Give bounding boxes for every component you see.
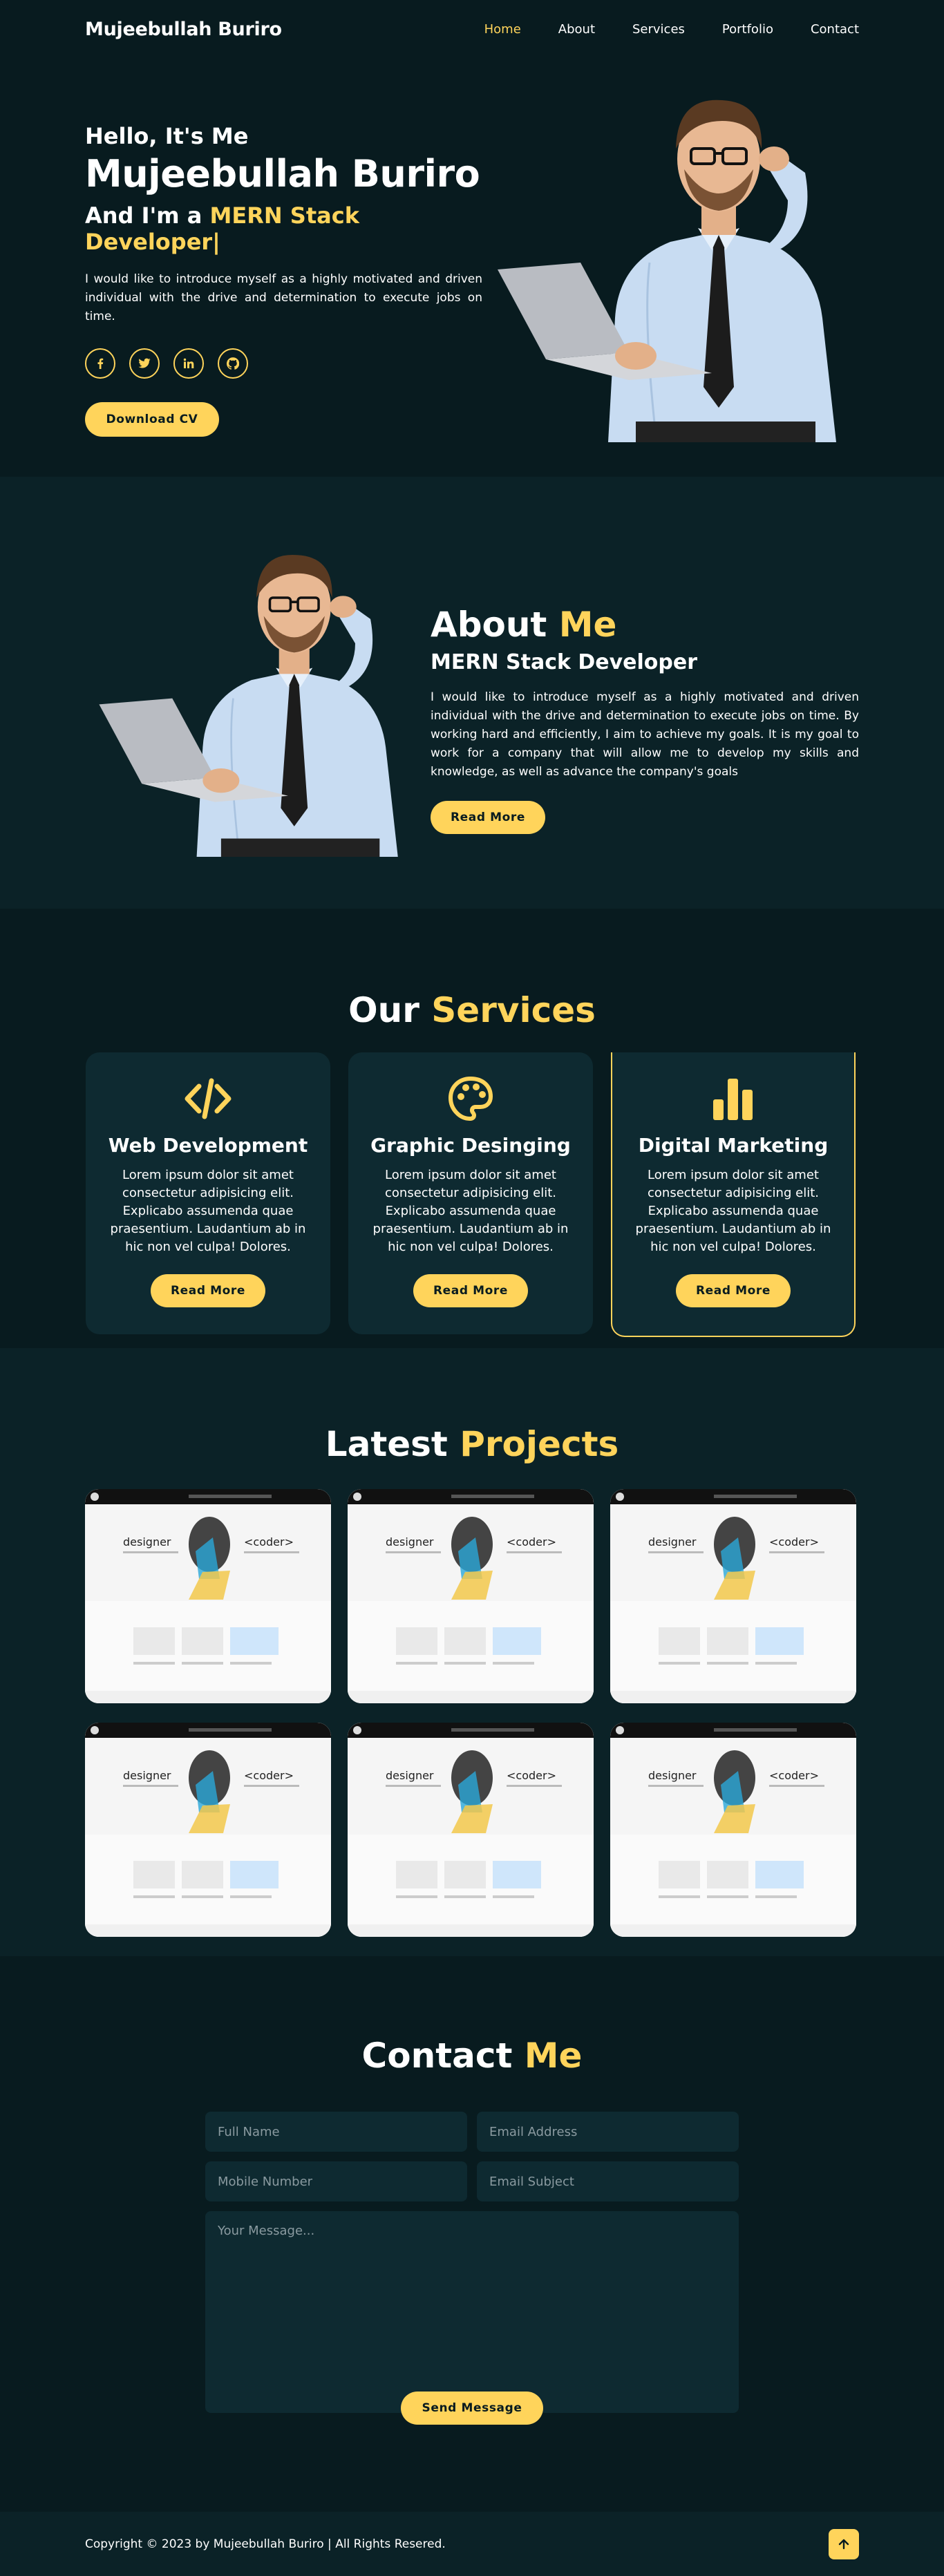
project-thumbnail: designer <coder> xyxy=(348,1723,594,1937)
home-text: Hello, It's Me Mujeebullah Buriro And I'… xyxy=(85,123,482,437)
nav-about[interactable]: About xyxy=(558,22,595,37)
linkedin-icon[interactable] xyxy=(173,348,204,379)
nav-home[interactable]: Home xyxy=(484,22,521,37)
project-card[interactable]: designer <coder> xyxy=(610,1723,856,1937)
service-read-more-button[interactable]: Read More xyxy=(413,1274,528,1307)
services-section: Our Services Web Development Lorem ipsum… xyxy=(0,909,944,1348)
palette-icon xyxy=(365,1076,576,1121)
about-heading: About Me xyxy=(431,605,859,645)
thumb-left-text: designer xyxy=(123,1535,171,1549)
service-title: Digital Marketing xyxy=(638,1134,829,1157)
contact-heading-text: Contact xyxy=(361,2036,525,2076)
about-read-more-button[interactable]: Read More xyxy=(431,801,545,834)
thumb-right-text: <coder> xyxy=(769,1535,819,1549)
hello-text: Hello, It's Me xyxy=(85,123,249,149)
service-text: Lorem ipsum dolor sit amet consectetur a… xyxy=(635,1168,831,1254)
facebook-icon[interactable] xyxy=(85,348,115,379)
about-text: About Me MERN Stack Developer I would li… xyxy=(431,605,859,834)
form-row xyxy=(205,2112,739,2152)
service-read-more-button[interactable]: Read More xyxy=(676,1274,791,1307)
message-textarea[interactable] xyxy=(205,2211,739,2413)
service-title: Web Development xyxy=(108,1134,308,1157)
services-heading-text: Our xyxy=(348,990,432,1030)
email-input[interactable] xyxy=(477,2112,739,2152)
service-text: Lorem ipsum dolor sit amet consectetur a… xyxy=(372,1168,569,1254)
service-read-more-button[interactable]: Read More xyxy=(151,1274,265,1307)
nav-services[interactable]: Services xyxy=(632,22,685,37)
github-icon[interactable] xyxy=(218,348,248,379)
about-section: About Me MERN Stack Developer I would li… xyxy=(0,477,944,909)
hero-role: And I'm a MERN Stack Developer| xyxy=(85,202,482,255)
projects-section: Latest Projects designer <coder> designer <… xyxy=(0,1348,944,1956)
site-header: Mujeebullah Buriro Home About Services P… xyxy=(0,0,944,58)
projects-heading: Latest Projects xyxy=(0,1424,944,1464)
send-message-button[interactable]: Send Message xyxy=(401,2392,543,2425)
about-subtitle: MERN Stack Developer xyxy=(431,650,698,674)
mobile-input[interactable] xyxy=(205,2161,467,2201)
service-title: Graphic Desinging xyxy=(370,1134,571,1157)
download-cv-button[interactable]: Download CV xyxy=(85,402,219,437)
thumb-right-text: <coder> xyxy=(507,1535,556,1549)
thumb-right-text: <coder> xyxy=(507,1769,556,1782)
site-footer: Copyright © 2023 by Mujeebullah Buriro |… xyxy=(0,2512,944,2576)
contact-heading-accent: Me xyxy=(524,2036,583,2076)
thumb-left-text: designer xyxy=(386,1535,434,1549)
code-icon xyxy=(102,1076,314,1121)
service-cards: Web Development Lorem ipsum dolor sit am… xyxy=(86,1052,856,1337)
hero-intro: I would like to introduce myself as a hi… xyxy=(85,272,482,323)
role-prefix: And I'm a xyxy=(85,202,210,229)
about-paragraph: I would like to introduce myself as a hi… xyxy=(431,690,859,779)
thumb-right-text: <coder> xyxy=(244,1769,294,1782)
projects-heading-accent: Projects xyxy=(460,1424,619,1464)
project-card[interactable]: designer <coder> xyxy=(85,1723,331,1937)
about-portrait-image xyxy=(99,554,398,857)
hero-portrait-image xyxy=(498,100,836,442)
main-nav: Home About Services Portfolio Contact xyxy=(484,22,859,37)
services-heading-accent: Services xyxy=(431,990,596,1030)
about-heading-accent: Me xyxy=(558,605,617,645)
service-card: Web Development Lorem ipsum dolor sit am… xyxy=(86,1052,330,1334)
thumb-left-text: designer xyxy=(648,1769,697,1782)
service-text: Lorem ipsum dolor sit amet consectetur a… xyxy=(110,1168,306,1254)
service-card: Digital Marketing Lorem ipsum dolor sit … xyxy=(611,1052,856,1337)
project-card[interactable]: designer <coder> xyxy=(85,1489,331,1703)
copyright-text: Copyright © 2023 by Mujeebullah Buriro |… xyxy=(85,2537,446,2551)
service-card: Graphic Desinging Lorem ipsum dolor sit … xyxy=(348,1052,593,1334)
project-card[interactable]: designer <coder> xyxy=(348,1723,594,1937)
home-section: Hello, It's Me Mujeebullah Buriro And I'… xyxy=(0,0,944,477)
nav-portfolio[interactable]: Portfolio xyxy=(722,22,773,37)
about-heading-text: About xyxy=(431,605,559,645)
thumb-right-text: <coder> xyxy=(244,1535,294,1549)
thumb-right-text: <coder> xyxy=(769,1769,819,1782)
contact-section: Contact Me Send Message xyxy=(0,1956,944,2512)
twitter-icon[interactable] xyxy=(129,348,160,379)
services-heading: Our Services xyxy=(0,990,944,1030)
logo[interactable]: Mujeebullah Buriro xyxy=(85,19,282,40)
project-card[interactable]: designer <coder> xyxy=(610,1489,856,1703)
project-thumbnail: designer <coder> xyxy=(348,1489,594,1703)
thumb-left-text: designer xyxy=(386,1769,434,1782)
project-thumbnail: designer <coder> xyxy=(610,1489,856,1703)
hero-name: Mujeebullah Buriro xyxy=(85,152,480,196)
nav-contact[interactable]: Contact xyxy=(811,22,859,37)
form-row xyxy=(205,2161,739,2201)
project-thumbnail: designer <coder> xyxy=(85,1489,331,1703)
back-to-top-button[interactable] xyxy=(829,2528,859,2559)
projects-heading-text: Latest xyxy=(325,1424,460,1464)
arrow-up-icon xyxy=(838,2539,849,2549)
contact-heading: Contact Me xyxy=(0,2036,944,2076)
project-thumbnail: designer <coder> xyxy=(85,1723,331,1937)
bar-chart-icon xyxy=(629,1076,838,1121)
project-thumbnail: designer <coder> xyxy=(610,1723,856,1937)
thumb-left-text: designer xyxy=(648,1535,697,1549)
projects-grid: designer <coder> designer <coder> designer <c… xyxy=(85,1489,856,1937)
project-card[interactable]: designer <coder> xyxy=(348,1489,594,1703)
social-links xyxy=(85,348,482,379)
full-name-input[interactable] xyxy=(205,2112,467,2152)
contact-form xyxy=(205,2112,739,2413)
thumb-left-text: designer xyxy=(123,1769,171,1782)
subject-input[interactable] xyxy=(477,2161,739,2201)
